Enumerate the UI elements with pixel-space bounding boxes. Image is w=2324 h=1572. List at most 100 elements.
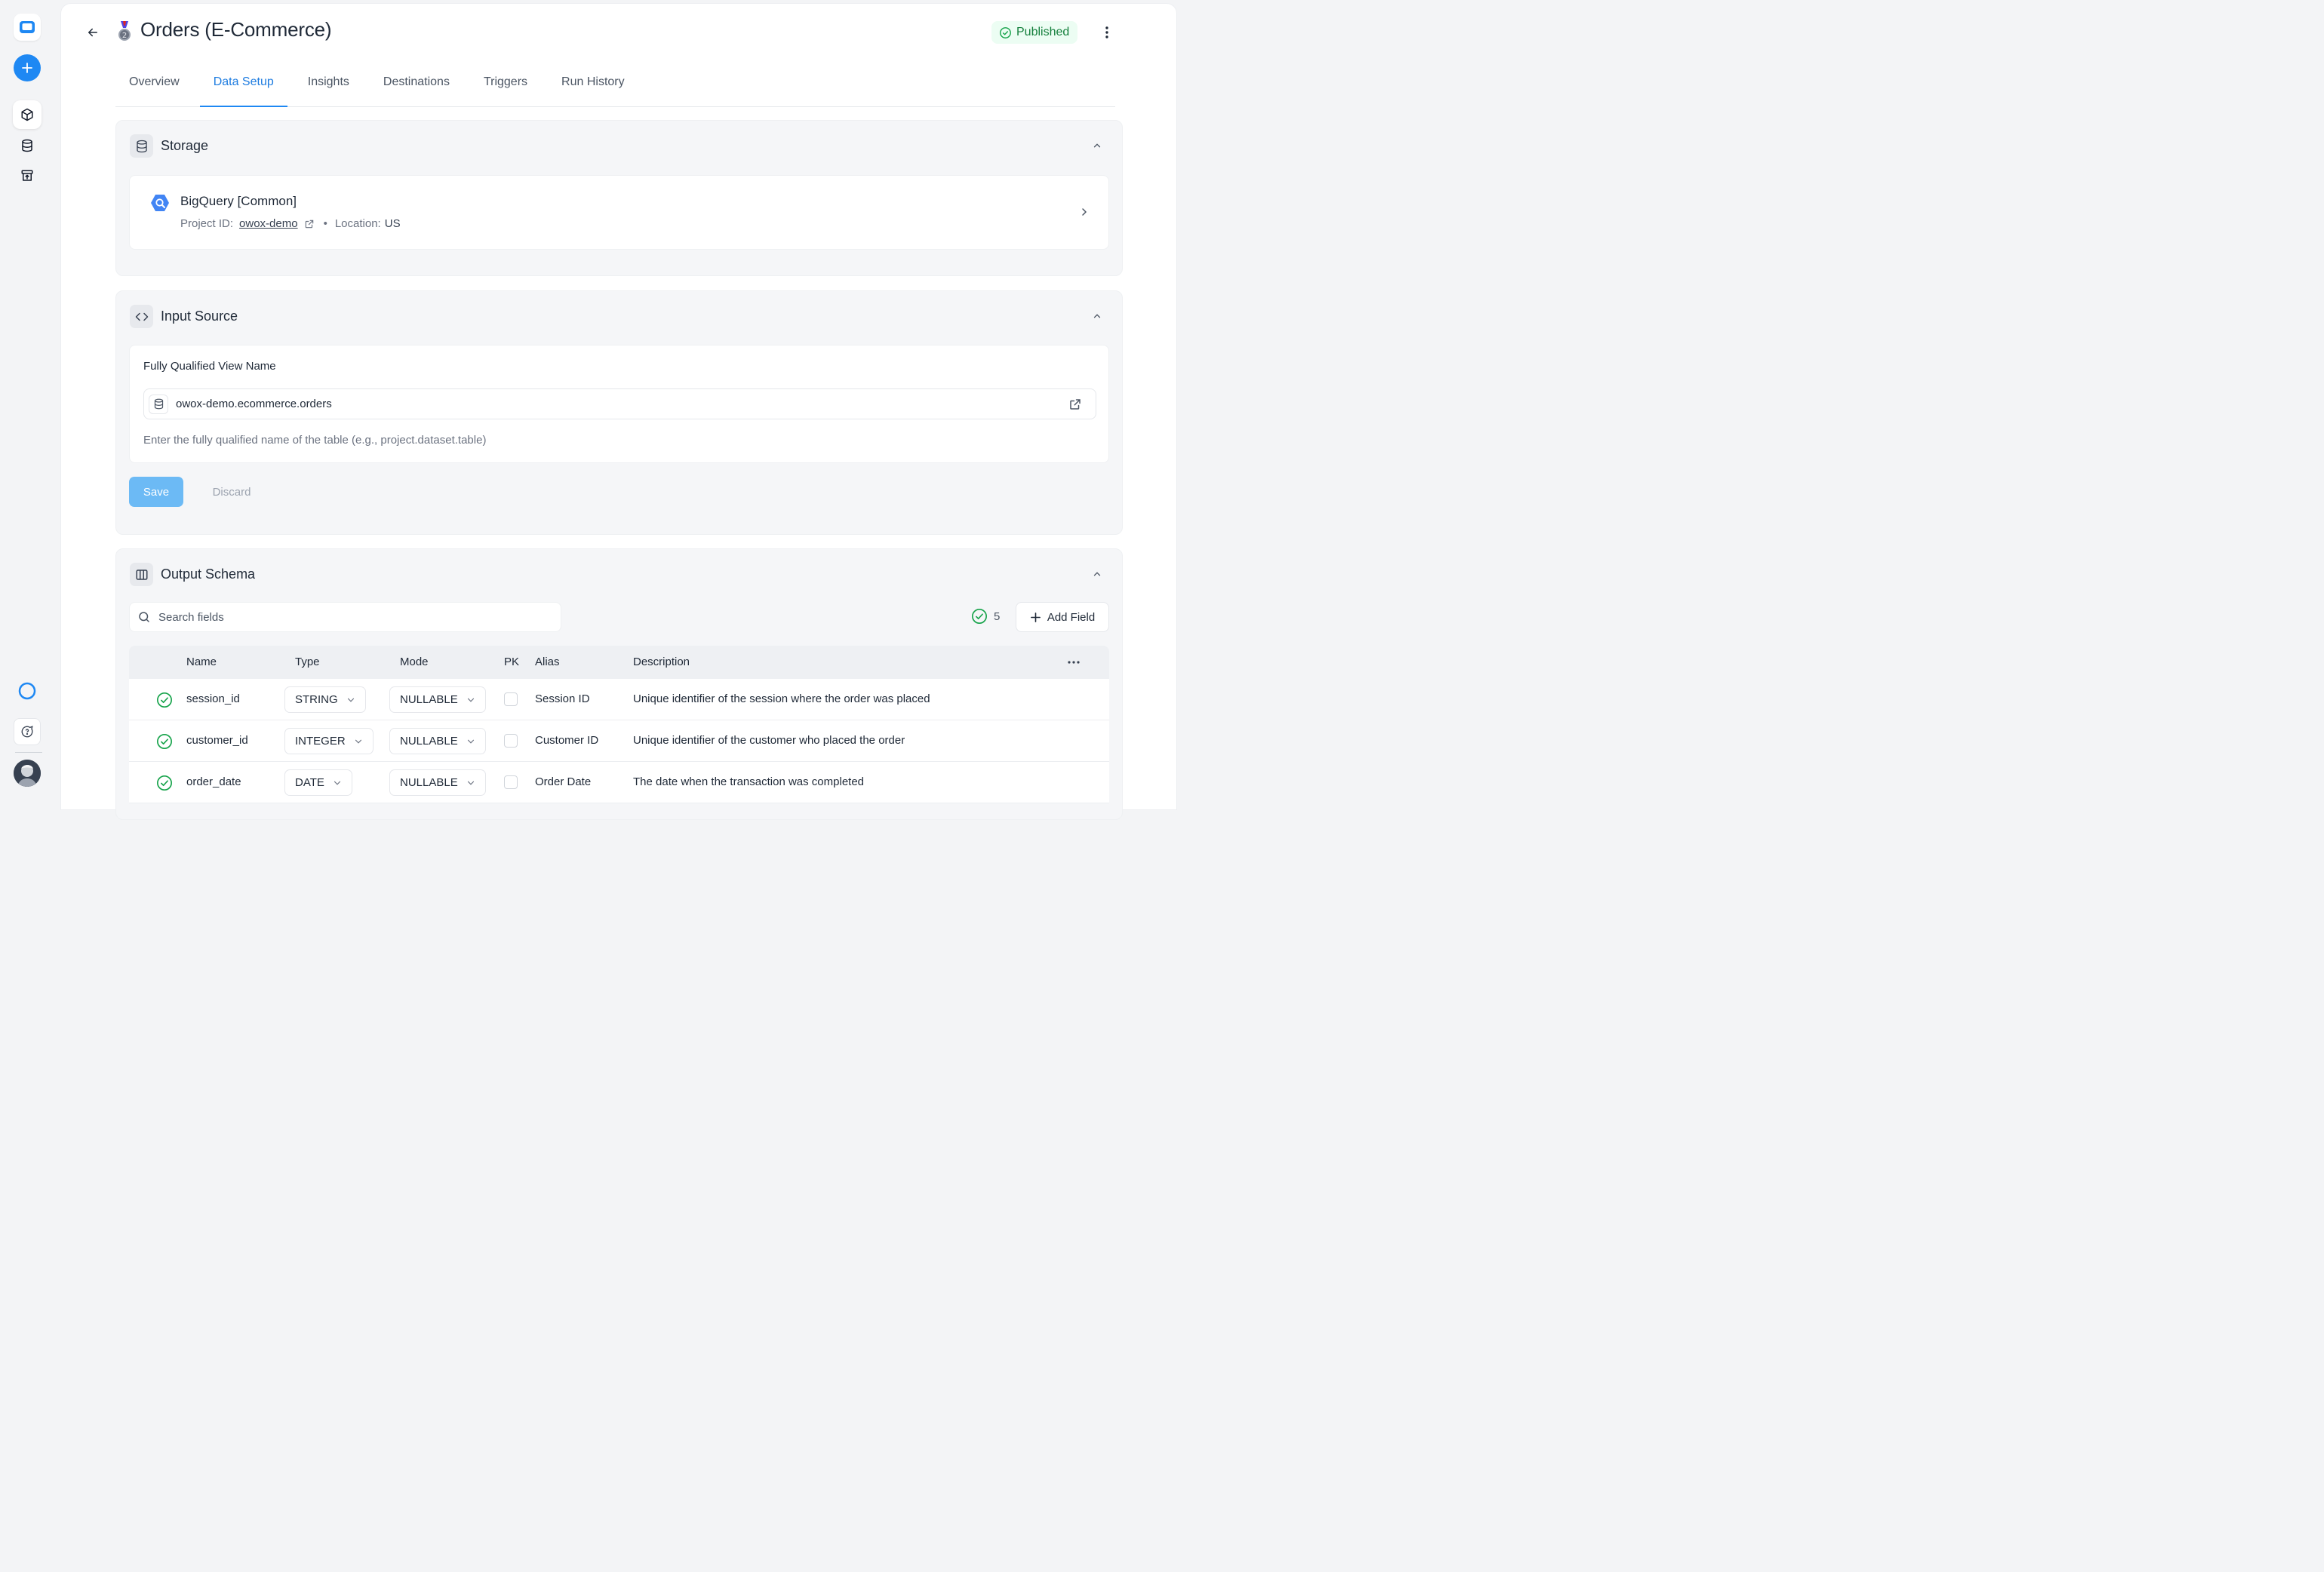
help-chat-button[interactable] (14, 718, 41, 745)
check-circle-icon (157, 734, 172, 749)
output-schema-card: Output Schema Search fields 5 Add Field (115, 548, 1123, 820)
column-header-pk[interactable]: PK (504, 656, 519, 668)
input-source-form: Fully Qualified View Name owox-demo.ecom… (129, 345, 1109, 463)
column-header-alias[interactable]: Alias (535, 656, 560, 668)
type-value: STRING (295, 693, 338, 706)
mode-select[interactable]: NULLABLE (389, 686, 486, 713)
view-name-value: owox-demo.ecommerce.orders (176, 398, 332, 410)
svg-text:2: 2 (122, 32, 127, 40)
field-name[interactable]: session_id (186, 692, 240, 705)
check-circle-icon (157, 775, 172, 791)
type-select[interactable]: DATE (284, 769, 352, 796)
database-icon (149, 394, 168, 414)
input-source-header[interactable]: Input Source (130, 305, 238, 328)
sidebar-item-destinations[interactable] (13, 161, 42, 190)
input-source-title: Input Source (161, 309, 238, 324)
column-options-icon[interactable] (1066, 655, 1081, 670)
back-button[interactable] (85, 24, 101, 41)
field-name[interactable]: customer_id (186, 734, 248, 747)
circle-icon (18, 682, 36, 700)
main-panel: 2 Orders (E-Commerce) Published Overview… (60, 3, 1177, 820)
page-title: Orders (E-Commerce) (140, 18, 332, 41)
plus-icon (22, 63, 32, 73)
tab-destinations[interactable]: Destinations (370, 64, 463, 106)
collapse-output-schema-button[interactable] (1090, 567, 1104, 581)
field-alias[interactable]: Session ID (535, 692, 590, 705)
chevron-up-icon (1093, 572, 1101, 576)
search-icon (139, 612, 149, 622)
type-select[interactable]: INTEGER (284, 728, 374, 754)
table-row[interactable]: customer_id INTEGER NULLABLE Customer ID… (129, 720, 1109, 762)
storage-selector[interactable]: BigQuery [Common] Project ID: owox-demo … (129, 175, 1109, 250)
column-header-mode[interactable]: Mode (400, 656, 429, 668)
discard-button[interactable]: Discard (202, 477, 261, 507)
valid-count-value: 5 (994, 609, 1001, 623)
tab-triggers[interactable]: Triggers (470, 64, 541, 106)
cube-icon (21, 108, 33, 121)
mode-select[interactable]: NULLABLE (389, 728, 486, 754)
tab-data-setup[interactable]: Data Setup (199, 64, 287, 107)
storage-header[interactable]: Storage (130, 134, 208, 158)
tab-overview[interactable]: Overview (115, 64, 193, 106)
column-header-description[interactable]: Description (633, 656, 690, 668)
project-id-link[interactable]: owox-demo (239, 217, 298, 230)
create-button[interactable] (14, 54, 41, 81)
type-value: INTEGER (295, 735, 346, 748)
pk-checkbox[interactable] (504, 692, 518, 706)
field-description[interactable]: The date when the transaction was comple… (633, 775, 864, 788)
status-badge: Published (991, 21, 1078, 44)
medal-icon: 2 (118, 21, 131, 41)
field-description[interactable]: Unique identifier of the session where t… (633, 692, 930, 705)
chevron-down-icon (355, 739, 361, 744)
status-ring[interactable] (14, 677, 41, 705)
chevron-right-icon (1082, 208, 1087, 216)
sidebar-divider (15, 752, 42, 753)
output-schema-header[interactable]: Output Schema (130, 563, 255, 586)
type-select[interactable]: STRING (284, 686, 366, 713)
collapse-input-source-button[interactable] (1090, 309, 1104, 323)
input-source-card: Input Source Fully Qualified View Name o… (115, 290, 1123, 535)
chevron-down-icon (334, 781, 340, 785)
field-description[interactable]: Unique identifier of the customer who pl… (633, 734, 905, 747)
mode-select[interactable]: NULLABLE (389, 769, 486, 796)
column-header-name[interactable]: Name (186, 656, 217, 668)
pk-checkbox[interactable] (504, 734, 518, 748)
valid-fields-count: 5 (971, 608, 1000, 625)
field-alias[interactable]: Customer ID (535, 734, 598, 747)
table-row[interactable]: session_id STRING NULLABLE Session ID Un… (129, 679, 1109, 720)
external-link-icon[interactable] (1068, 398, 1082, 411)
check-circle-icon (972, 609, 987, 624)
search-fields-input[interactable]: Search fields (129, 602, 561, 632)
external-link-icon[interactable] (304, 219, 315, 229)
avatar[interactable] (14, 760, 41, 787)
pk-checkbox[interactable] (504, 775, 518, 789)
output-schema-title: Output Schema (161, 566, 256, 582)
table-row[interactable]: order_date DATE NULLABLE Order Date The … (129, 762, 1109, 803)
chevron-down-icon (347, 698, 354, 702)
storage-name: BigQuery [Common] (180, 194, 297, 208)
column-header-type[interactable]: Type (295, 656, 320, 668)
chevron-down-icon (467, 739, 474, 744)
app-sidebar (0, 0, 54, 800)
field-name[interactable]: order_date (186, 775, 241, 788)
sidebar-item-data-marts[interactable] (13, 100, 42, 129)
logo-icon (20, 21, 35, 33)
chat-question-icon (21, 726, 33, 738)
location-label: Location: (334, 217, 381, 230)
type-value: DATE (295, 776, 324, 789)
tab-run-history[interactable]: Run History (548, 64, 638, 106)
vertical-dots-icon (1105, 26, 1108, 38)
more-actions-button[interactable] (1098, 23, 1116, 41)
app-logo[interactable] (14, 14, 41, 41)
tab-bar: Overview Data Setup Insights Destination… (115, 64, 1115, 107)
add-field-button[interactable]: Add Field (1016, 602, 1109, 632)
view-name-input[interactable]: owox-demo.ecommerce.orders (143, 388, 1096, 419)
tab-insights[interactable]: Insights (294, 64, 363, 106)
storage-title: Storage (161, 138, 209, 153)
save-button[interactable]: Save (129, 477, 183, 507)
search-placeholder: Search fields (158, 610, 224, 624)
field-alias[interactable]: Order Date (535, 775, 591, 788)
sidebar-item-storages[interactable] (13, 131, 42, 160)
collapse-storage-button[interactable] (1090, 139, 1104, 152)
status-badge-label: Published (1016, 26, 1070, 38)
